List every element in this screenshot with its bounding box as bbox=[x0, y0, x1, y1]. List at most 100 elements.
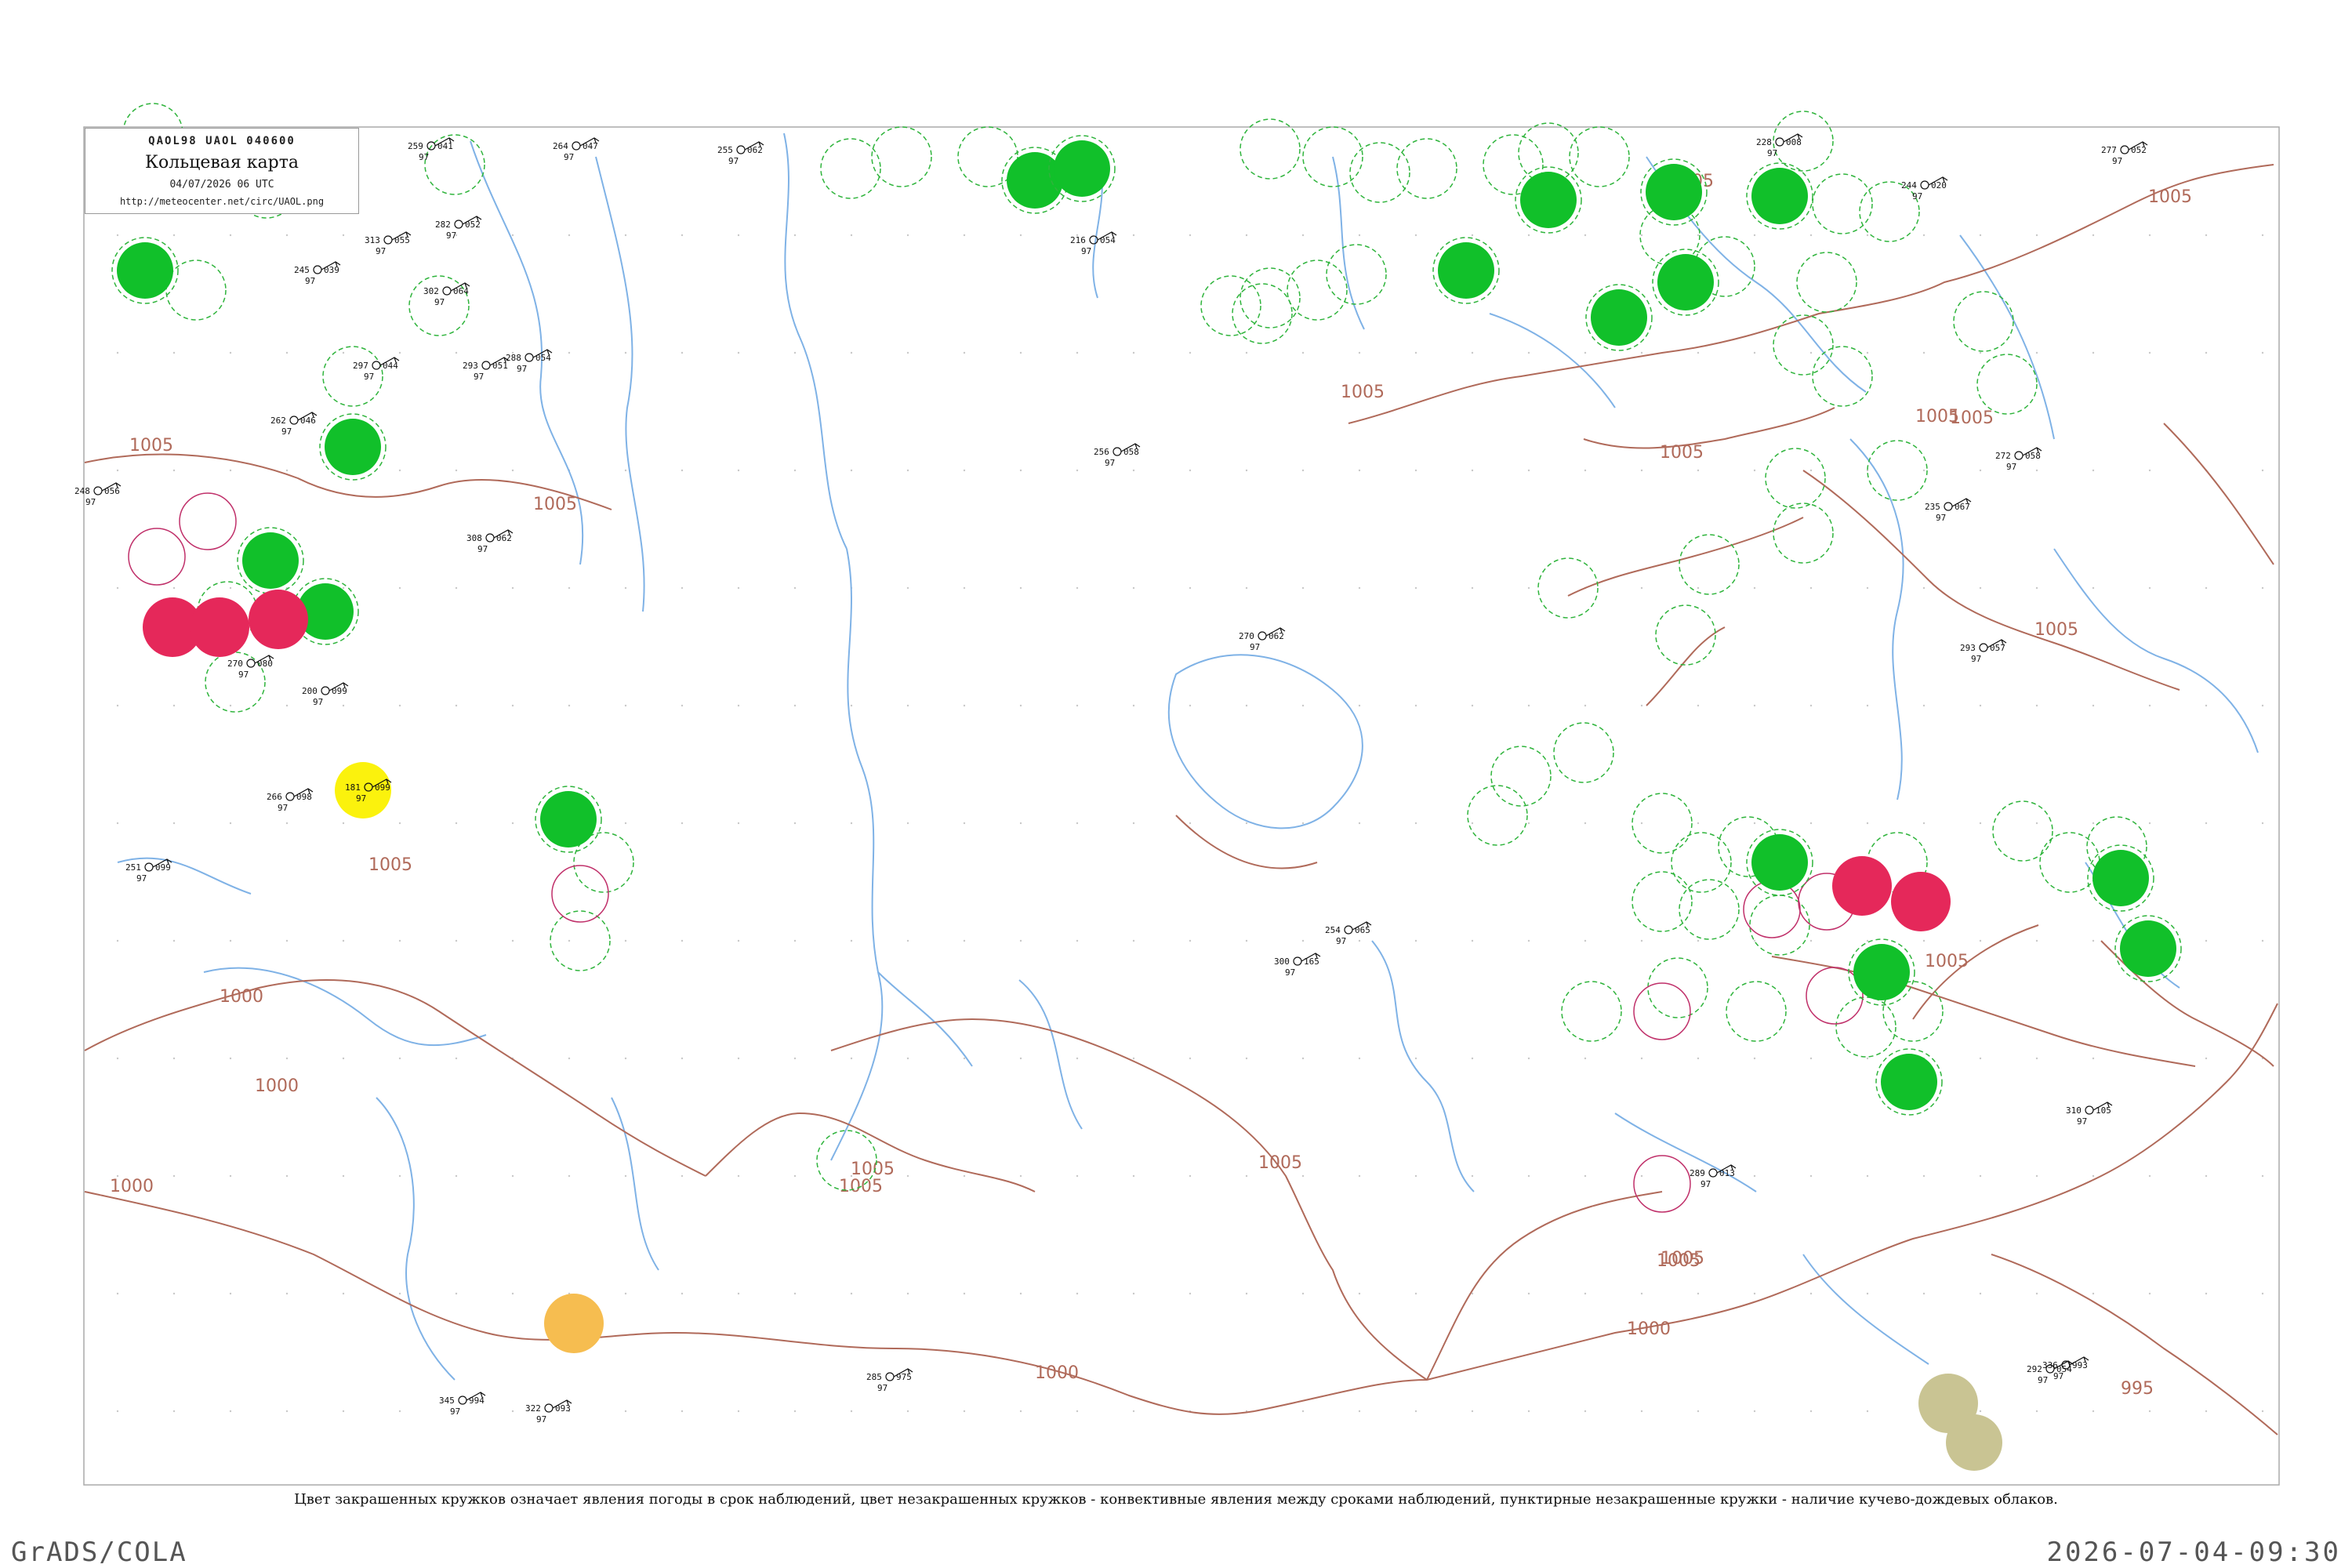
grid-dot bbox=[1132, 586, 1135, 590]
grid-dot bbox=[906, 1292, 909, 1295]
station-humidity: 97 bbox=[434, 297, 445, 307]
green-phenomenon-circle bbox=[1007, 152, 1063, 209]
grid-dot bbox=[737, 1292, 740, 1295]
grid-dot bbox=[116, 1410, 119, 1413]
grid-dot bbox=[2261, 1174, 2264, 1178]
grid-dot bbox=[1584, 822, 1587, 825]
grid-dot bbox=[1414, 351, 1417, 354]
station-pressure: 044 bbox=[383, 361, 398, 371]
grid-dot bbox=[1019, 586, 1022, 590]
grid-dot bbox=[906, 939, 909, 942]
grid-dot bbox=[793, 1410, 797, 1413]
grid-dot bbox=[1358, 469, 1361, 472]
grid-dot bbox=[963, 234, 966, 237]
station-humidity: 97 bbox=[536, 1414, 546, 1425]
station-temperature: 245 bbox=[294, 265, 310, 275]
grid-dot bbox=[1640, 1410, 1643, 1413]
grid-dot bbox=[624, 586, 627, 590]
grid-dot bbox=[1697, 234, 1700, 237]
grid-dot bbox=[2261, 704, 2264, 707]
grid-dot bbox=[1584, 1292, 1587, 1295]
green-phenomenon-circle bbox=[1591, 289, 1647, 346]
timestamp: 2026-07-04-09:30 bbox=[2046, 1537, 2341, 1568]
grid-dot bbox=[455, 939, 458, 942]
station-humidity: 97 bbox=[419, 152, 429, 162]
grid-dot bbox=[455, 469, 458, 472]
grid-dot bbox=[1471, 1292, 1474, 1295]
station-pressure: 054 bbox=[1100, 235, 1116, 245]
grid-dot bbox=[2205, 586, 2208, 590]
green-phenomenon-circle bbox=[1751, 168, 1808, 224]
grid-dot bbox=[1584, 939, 1587, 942]
grid-dot bbox=[624, 1057, 627, 1060]
grid-dot bbox=[681, 704, 684, 707]
grid-dot bbox=[850, 234, 853, 237]
grid-dot bbox=[737, 1410, 740, 1413]
grid-dot bbox=[398, 586, 401, 590]
grid-dot bbox=[906, 822, 909, 825]
station-temperature: 292 bbox=[2027, 1364, 2042, 1374]
grid-dot bbox=[1922, 939, 1926, 942]
grid-dot bbox=[1753, 1057, 1756, 1060]
isobar-label: 1005 bbox=[1258, 1153, 1302, 1173]
grid-dot bbox=[1301, 351, 1305, 354]
red-phenomenon-circle bbox=[190, 597, 249, 657]
grid-dot bbox=[1301, 586, 1305, 590]
green-phenomenon-circle bbox=[1751, 834, 1808, 891]
grid-dot bbox=[681, 351, 684, 354]
station-pressure: 054 bbox=[2056, 1364, 2072, 1374]
grid-dot bbox=[116, 939, 119, 942]
grid-dot bbox=[2092, 586, 2095, 590]
green-phenomenon-circle bbox=[540, 791, 597, 848]
grid-dot bbox=[511, 234, 514, 237]
station-temperature: 310 bbox=[2066, 1105, 2082, 1116]
red-phenomenon-circle bbox=[1832, 856, 1892, 916]
station-humidity: 97 bbox=[1250, 642, 1260, 652]
grid-dot bbox=[2035, 586, 2038, 590]
grid-dot bbox=[624, 1174, 627, 1178]
grid-dot bbox=[398, 1057, 401, 1060]
grid-dot bbox=[1132, 234, 1135, 237]
grid-dot bbox=[1527, 234, 1530, 237]
grid-dot bbox=[285, 704, 289, 707]
grid-dot bbox=[172, 1174, 176, 1178]
grid-dot bbox=[1414, 822, 1417, 825]
grid-dot bbox=[229, 469, 232, 472]
grid-dot bbox=[1527, 469, 1530, 472]
grid-dot bbox=[2148, 1292, 2151, 1295]
grid-dot bbox=[681, 822, 684, 825]
grid-dot bbox=[1753, 939, 1756, 942]
grid-dot bbox=[1922, 469, 1926, 472]
grid-dot bbox=[342, 351, 345, 354]
isobar-label: 1005 bbox=[2034, 620, 2078, 640]
isobar-label: 1005 bbox=[1341, 383, 1385, 402]
station-humidity: 97 bbox=[1767, 148, 1777, 158]
grid-dot bbox=[1809, 1410, 1813, 1413]
grid-dot bbox=[963, 586, 966, 590]
grid-dot bbox=[172, 822, 176, 825]
grid-dot bbox=[906, 351, 909, 354]
grid-dot bbox=[1640, 939, 1643, 942]
grid-dot bbox=[1301, 1292, 1305, 1295]
station-temperature: 256 bbox=[1094, 447, 1109, 457]
grid-dot bbox=[1245, 1174, 1248, 1178]
grid-dot bbox=[398, 939, 401, 942]
grid-dot bbox=[906, 704, 909, 707]
grid-dot bbox=[1471, 586, 1474, 590]
grid-dot bbox=[624, 469, 627, 472]
grid-dot bbox=[1922, 1174, 1926, 1178]
grid-dot bbox=[1245, 822, 1248, 825]
grid-dot bbox=[1414, 1410, 1417, 1413]
grid-dot bbox=[1471, 1410, 1474, 1413]
grid-dot bbox=[1697, 939, 1700, 942]
grid-dot bbox=[342, 586, 345, 590]
grid-dot bbox=[568, 704, 571, 707]
grid-dot bbox=[2035, 1292, 2038, 1295]
map-border bbox=[83, 126, 2280, 1486]
station-humidity: 97 bbox=[376, 246, 386, 256]
grid-dot bbox=[1809, 1174, 1813, 1178]
grid-dot bbox=[2092, 1410, 2095, 1413]
grid-dot bbox=[568, 1057, 571, 1060]
map-title: Кольцевая карта bbox=[144, 153, 299, 173]
grid-dot bbox=[2035, 1174, 2038, 1178]
